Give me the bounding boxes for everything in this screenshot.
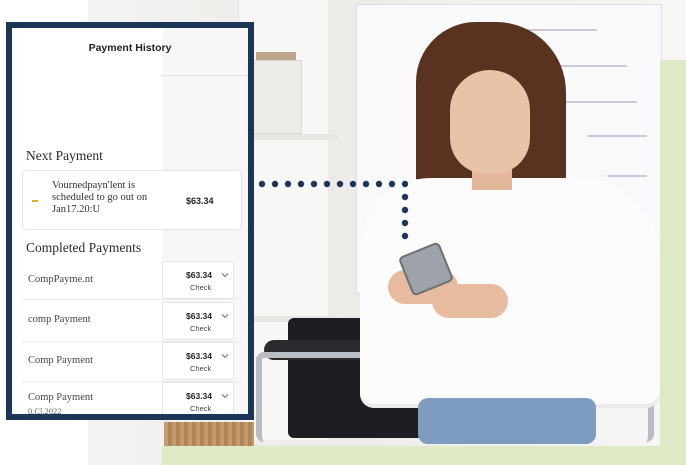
next-payment-message: Vournedpayn'lent is scheduled to go out …	[52, 180, 148, 215]
payment-row-amount: $63.34	[186, 351, 212, 361]
payment-row-label: Comp Payment	[28, 355, 94, 366]
payment-row-amount: $63.34	[186, 270, 212, 280]
payment-row-amount-box[interactable]	[162, 261, 234, 299]
chevron-down-icon[interactable]	[220, 391, 230, 401]
payment-row-label: comp Payment	[28, 314, 91, 325]
next-payment-amount: $63.34	[186, 196, 214, 206]
payment-row-label: CompPayme.nt	[28, 274, 94, 285]
payment-history-panel: Payment History Next Payment Vournedpayn…	[6, 22, 254, 420]
payment-row-amount-box[interactable]	[162, 302, 234, 340]
payment-row-action[interactable]: Check	[190, 364, 211, 373]
next-payment-heading: Next Payment	[26, 148, 103, 163]
payment-row-amount: $63.34	[186, 311, 212, 321]
payment-row-action[interactable]: Check	[190, 404, 211, 413]
payment-row-action[interactable]: Check	[190, 324, 211, 333]
payment-row-date: 0.Cl.2022	[28, 406, 62, 416]
payment-row-amount-box[interactable]	[162, 342, 234, 380]
chevron-down-icon[interactable]	[220, 351, 230, 361]
status-dot-icon	[32, 200, 38, 202]
payment-row-label: Comp Payment	[28, 392, 94, 403]
divider	[162, 75, 248, 76]
completed-payments-heading: Completed Payments	[26, 240, 142, 255]
chevron-down-icon[interactable]	[220, 311, 230, 321]
payment-row-action[interactable]: Check	[190, 283, 211, 292]
chevron-down-icon[interactable]	[220, 270, 230, 280]
page-title: Payment History	[88, 42, 172, 54]
payment-row-amount: $63.34	[186, 391, 212, 401]
payment-row-amount-box[interactable]	[162, 382, 234, 414]
